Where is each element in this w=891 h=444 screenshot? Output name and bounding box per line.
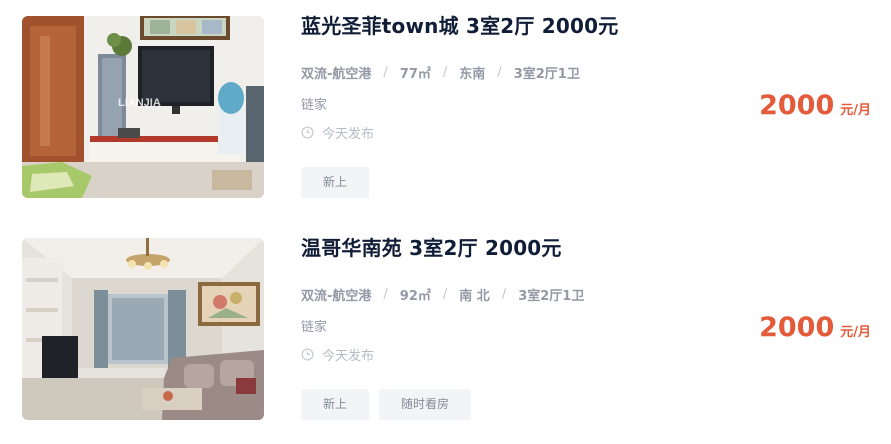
listing-info: 双流-航空港 / 77㎡ / 东南 / 3室2厅1卫 — [301, 63, 580, 82]
tag-list: 新上 随时看房 — [301, 389, 472, 420]
listing-item[interactable]: LIANJIA 蓝光圣菲town城 3室2厅 2000元 双流-航空港 / 77… — [0, 0, 891, 222]
layout-value: 3室2厅1卫 — [518, 289, 585, 304]
area-value: 92㎡ — [399, 289, 431, 304]
photo-watermark: LIANJIA — [118, 97, 161, 109]
listing-photo[interactable] — [22, 238, 264, 420]
listing-title[interactable]: 蓝光圣菲town城 3室2厅 2000元 — [301, 10, 618, 39]
location-link[interactable]: 双流-航空港 — [301, 63, 371, 82]
separator: / — [442, 287, 448, 302]
tag-new: 新上 — [301, 389, 370, 420]
price-value: 2000 — [759, 90, 835, 121]
publish-time-text: 今天发布 — [322, 349, 375, 364]
area-value: 77㎡ — [399, 67, 431, 82]
living-room-photo — [22, 238, 264, 420]
listing-item[interactable]: 温哥华南苑 3室2厅 2000元 双流-航空港 / 92㎡ / 南 北 / 3室… — [0, 222, 891, 444]
tag-list: 新上 — [301, 167, 370, 198]
separator: / — [383, 287, 388, 302]
listing-title[interactable]: 温哥华南苑 3室2厅 2000元 — [301, 232, 562, 261]
separator: / — [442, 65, 448, 80]
publish-time: 今天发布 — [301, 345, 374, 364]
listing-info: 双流-航空港 / 92㎡ / 南 北 / 3室2厅1卫 — [301, 285, 584, 304]
separator: / — [497, 65, 502, 80]
agency-name: 链家 — [301, 320, 328, 335]
publish-time: 今天发布 — [301, 123, 374, 142]
clock-icon — [301, 348, 314, 361]
orientation-value: 东南 — [459, 67, 486, 82]
location-link[interactable]: 双流-航空港 — [301, 285, 371, 304]
clock-icon — [301, 126, 314, 139]
tag-new: 新上 — [301, 167, 370, 198]
price: 2000 元/月 — [759, 90, 871, 121]
price-value: 2000 — [759, 312, 835, 343]
publish-time-text: 今天发布 — [322, 127, 375, 142]
separator: / — [501, 287, 507, 302]
price-unit: 元/月 — [840, 325, 871, 340]
layout-value: 3室2厅1卫 — [513, 67, 580, 82]
separator: / — [383, 65, 388, 80]
living-room-photo: LIANJIA — [22, 16, 264, 198]
tag-viewing-anytime: 随时看房 — [379, 389, 472, 420]
price: 2000 元/月 — [759, 312, 871, 343]
agency-name: 链家 — [301, 98, 328, 113]
listing-photo[interactable]: LIANJIA — [22, 16, 264, 198]
price-unit: 元/月 — [840, 103, 871, 118]
orientation-value: 南 北 — [459, 289, 490, 304]
